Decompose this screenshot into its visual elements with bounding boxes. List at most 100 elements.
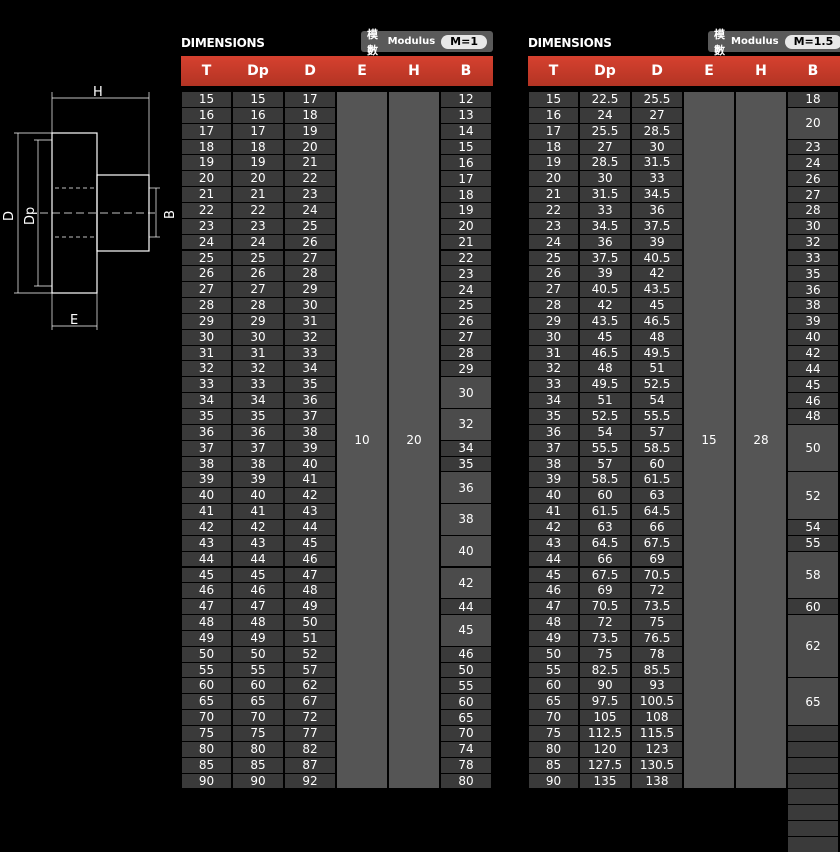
header-dp: Dp <box>594 63 616 79</box>
cell-b: 40 <box>441 535 491 567</box>
cell-dp: 16 <box>233 107 283 123</box>
cell-d: 77 <box>285 726 335 741</box>
cell-t: 26 <box>529 266 578 282</box>
cell-t: 45 <box>529 567 578 583</box>
cell-dp: 24 <box>580 107 630 123</box>
cell-t: 17 <box>182 123 231 139</box>
modulus-cn: 模數 <box>367 27 378 57</box>
cell-d: 33 <box>632 171 682 187</box>
cell-d: 64.5 <box>632 504 682 519</box>
cell-d: 51 <box>632 361 682 377</box>
cell-t: 30 <box>182 329 231 345</box>
cell-d: 43 <box>285 504 335 519</box>
cell-t: 28 <box>529 298 578 313</box>
cell-dp: 27 <box>580 139 630 155</box>
cell-dp: 60 <box>580 488 630 504</box>
cell-d: 37.5 <box>632 218 682 234</box>
cell-t: 70 <box>529 710 578 725</box>
cell-dp: 31 <box>233 345 283 361</box>
cell-d: 28.5 <box>632 123 682 139</box>
cell-d: 30 <box>285 298 335 313</box>
cell-dp: 34.5 <box>580 218 630 234</box>
cell-d: 36 <box>285 393 335 408</box>
cell-dp: 105 <box>580 710 630 725</box>
cell-d: 52 <box>285 646 335 662</box>
cell-b: 23 <box>788 139 838 155</box>
cell-t: 19 <box>182 155 231 171</box>
cell-b: 52 <box>788 472 838 519</box>
cell-d: 55.5 <box>632 409 682 424</box>
cell-dp: 28.5 <box>580 155 630 171</box>
cell-t: 24 <box>529 234 578 250</box>
cell-b: 50 <box>788 424 838 472</box>
cell-t: 21 <box>182 187 231 202</box>
cell-dp: 27 <box>233 282 283 298</box>
cell-t: 48 <box>529 615 578 630</box>
cell-t: 46 <box>529 583 578 599</box>
cell-b: 29 <box>441 361 491 377</box>
cell-t: 41 <box>529 504 578 519</box>
cell-b: 44 <box>441 599 491 615</box>
cell-b: 30 <box>441 377 491 408</box>
cell-b: 32 <box>441 409 491 440</box>
cell-t: 27 <box>182 282 231 298</box>
cell-dp: 127.5 <box>580 757 630 773</box>
cell-dp: 48 <box>233 615 283 630</box>
cell-t: 49 <box>529 630 578 646</box>
cell-d: 35 <box>285 377 335 393</box>
cell-dp: 34 <box>233 393 283 408</box>
cell-t: 29 <box>529 313 578 329</box>
cell-d: 76.5 <box>632 630 682 646</box>
cell-d: 32 <box>285 329 335 345</box>
cell-b: 24 <box>788 155 838 171</box>
cell-t: 37 <box>182 440 231 456</box>
cell-dp: 26 <box>233 266 283 282</box>
cell-t: 24 <box>182 234 231 250</box>
cell-d: 42 <box>285 488 335 504</box>
cell-d: 27 <box>632 107 682 123</box>
cell-d: 57 <box>632 424 682 440</box>
cell-dp: 36 <box>580 234 630 250</box>
cell-b: 26 <box>788 171 838 187</box>
cell-t: 65 <box>529 694 578 710</box>
cell-b: 27 <box>441 329 491 345</box>
cell-d: 31 <box>285 313 335 329</box>
cell-dp: 39 <box>233 472 283 488</box>
cell-t: 42 <box>529 519 578 535</box>
cell-b: 38 <box>788 298 838 313</box>
cell-t: 43 <box>529 535 578 551</box>
cell-t: 37 <box>529 440 578 456</box>
cell-b: 27 <box>788 187 838 202</box>
cell-dp: 20 <box>233 171 283 187</box>
table-header: T Dp D E H B <box>181 56 493 86</box>
cell-t: 65 <box>182 694 231 710</box>
cell-t: 55 <box>529 662 578 678</box>
cell-b: 46 <box>788 393 838 408</box>
cell-dp: 50 <box>233 646 283 662</box>
cell-e-merged: 10 <box>337 92 387 789</box>
cell-t: 50 <box>182 646 231 662</box>
cell-b: 28 <box>788 202 838 218</box>
cell-b: 13 <box>441 107 491 123</box>
cell-d: 29 <box>285 282 335 298</box>
cell-b: 50 <box>441 662 491 678</box>
cell-d: 73.5 <box>632 599 682 615</box>
cell-d: 72 <box>285 710 335 725</box>
cell-t: 85 <box>529 757 578 773</box>
cell-b: 36 <box>441 472 491 504</box>
cell-t: 60 <box>529 678 578 694</box>
cell-d: 19 <box>285 123 335 139</box>
cell-dp: 57 <box>580 456 630 472</box>
cell-b: 40 <box>788 329 838 345</box>
label-D: D <box>2 211 17 221</box>
cell-t: 22 <box>529 202 578 218</box>
cell-dp: 43.5 <box>580 313 630 329</box>
cell-d: 28 <box>285 266 335 282</box>
cell-dp: 41 <box>233 504 283 519</box>
panel-title: DIMENSIONS <box>181 31 281 55</box>
cell-d: 67 <box>285 694 335 710</box>
cell-t: 26 <box>182 266 231 282</box>
cell-dp: 21 <box>233 187 283 202</box>
header-d: D <box>651 63 663 79</box>
table-header: T Dp D E H B <box>528 56 840 86</box>
